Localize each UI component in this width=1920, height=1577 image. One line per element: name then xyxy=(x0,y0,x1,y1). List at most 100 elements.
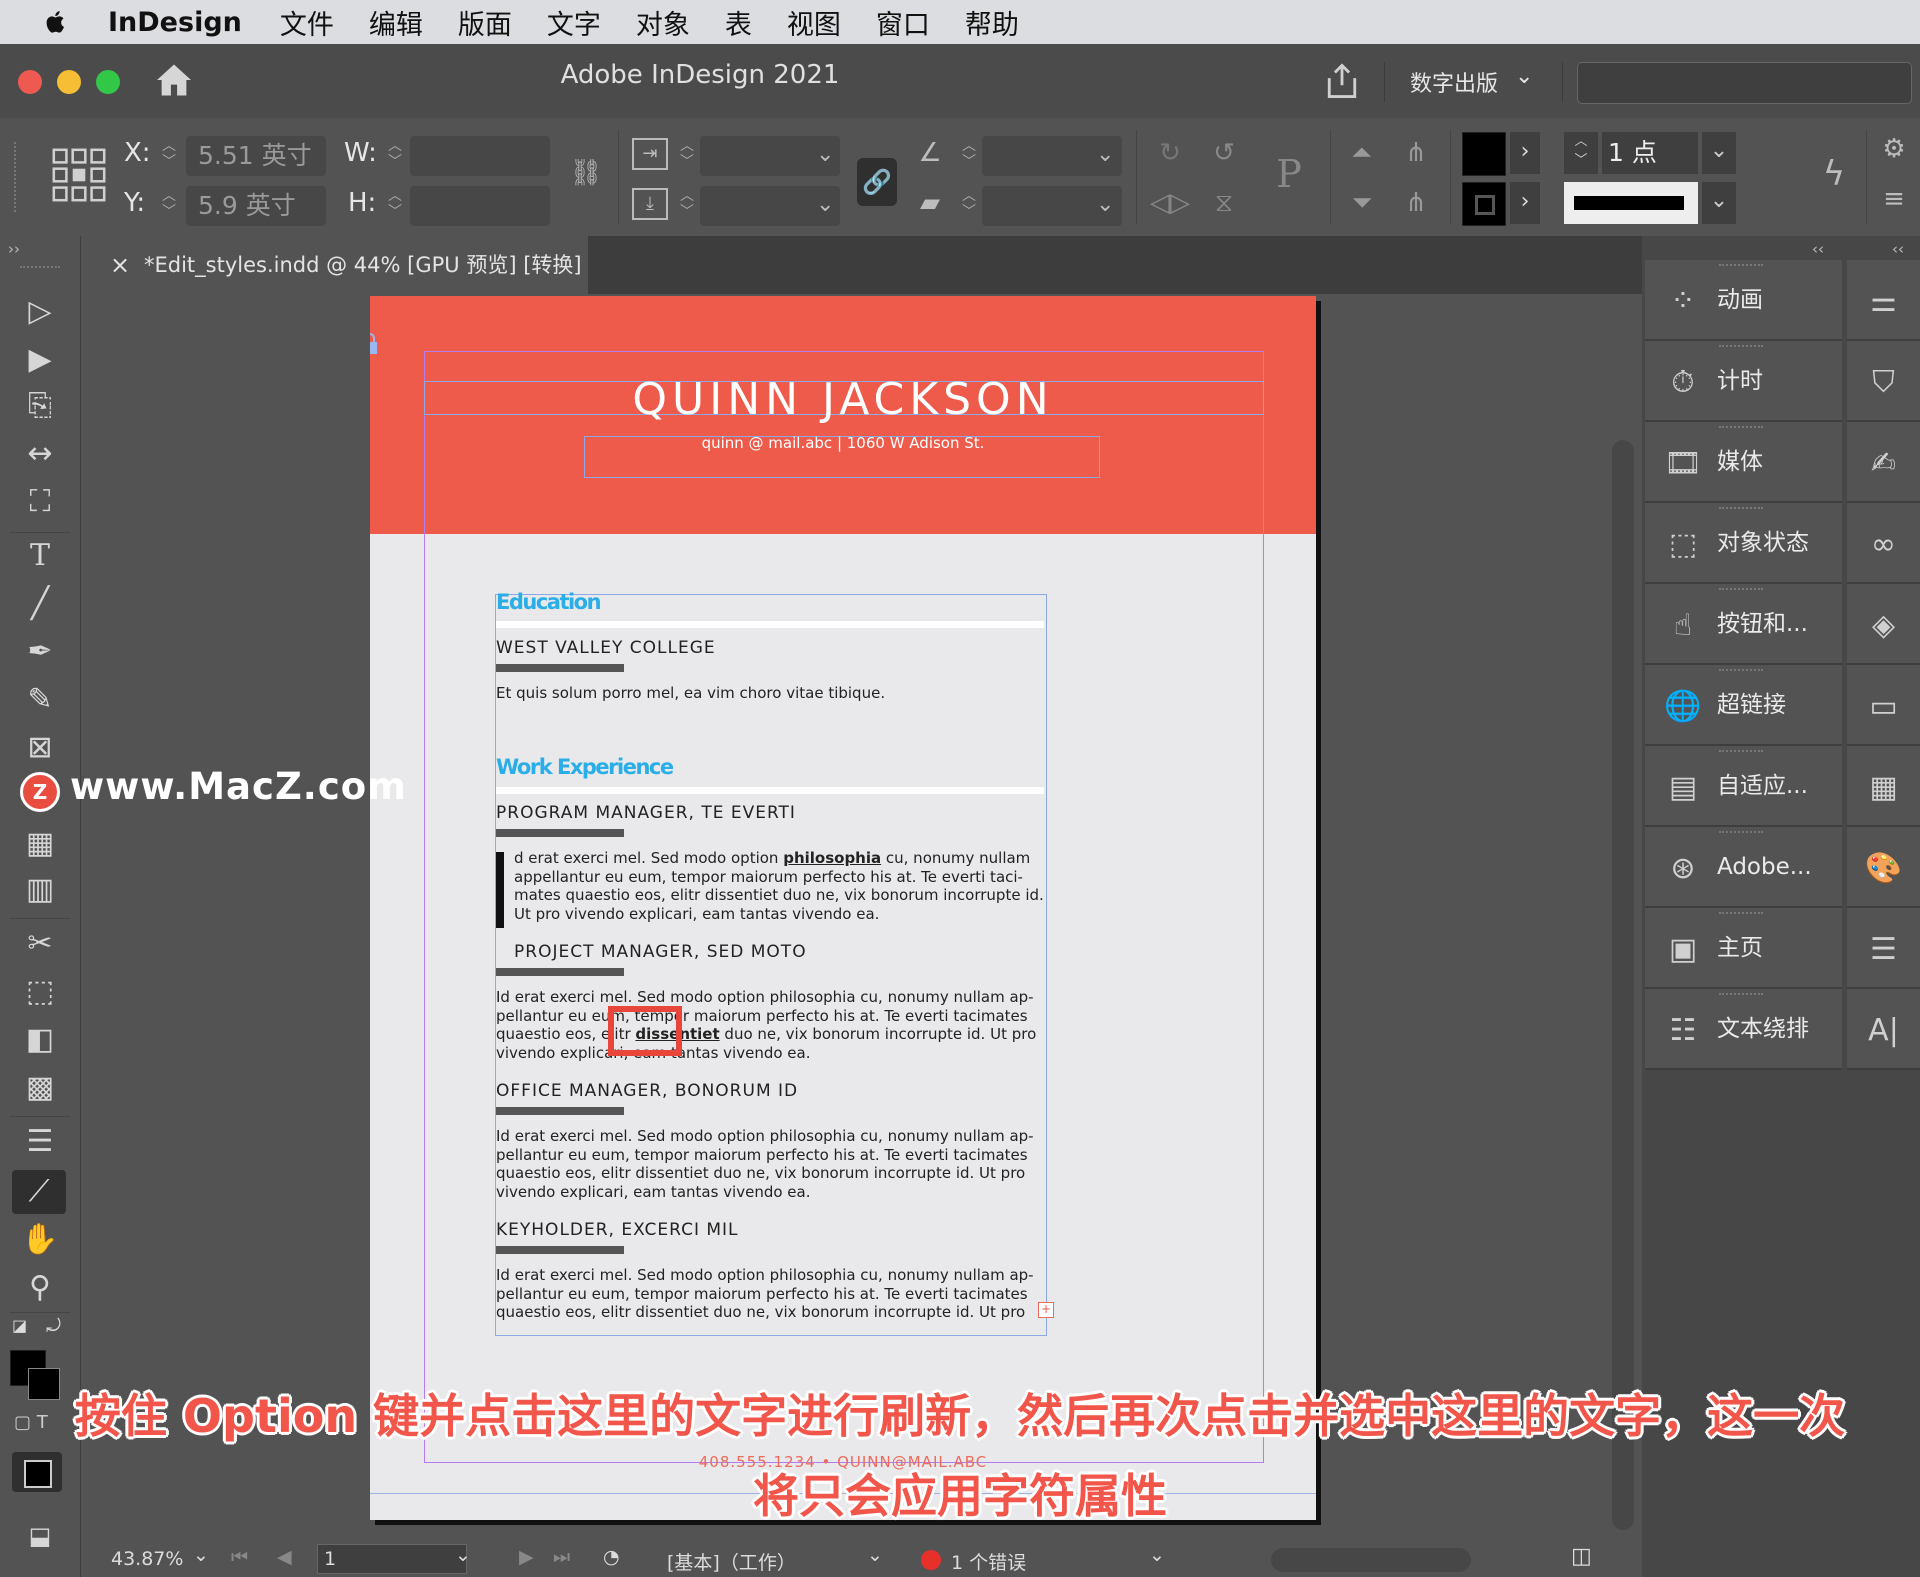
type-tool-icon[interactable]: T xyxy=(18,538,62,574)
scale-x-stepper[interactable]: ︿ ﹀ xyxy=(678,138,696,178)
rotate-cw-icon[interactable]: ↻ xyxy=(1150,138,1190,168)
w-stepper[interactable]: ︿ ﹀ xyxy=(386,138,404,178)
rotate-ccw-icon[interactable]: ↺ xyxy=(1204,138,1244,168)
document-tab[interactable]: × *Edit_styles.indd @ 44% [GPU 预览] [转换] xyxy=(80,236,588,294)
zoom-level[interactable]: 43.87% xyxy=(111,1548,183,1570)
previous-page-icon[interactable]: ◀ xyxy=(277,1546,292,1568)
layers-icon[interactable]: ◈ xyxy=(1847,584,1920,665)
job-description[interactable]: Id erat exerci mel. Sed modo option phil… xyxy=(496,1127,1056,1201)
chevron-down-icon[interactable]: ⌄ xyxy=(816,192,834,217)
menu-table[interactable]: 表 xyxy=(725,3,752,42)
style-profile[interactable]: [基本]（工作） xyxy=(667,1548,796,1575)
vertical-scrollbar[interactable] xyxy=(1612,440,1634,1530)
stroke-type-field[interactable] xyxy=(1564,182,1698,224)
rotation-stepper[interactable]: ︿ ﹀ xyxy=(960,138,978,178)
collapse-panels-icon[interactable]: ‹‹ xyxy=(1892,240,1904,258)
rectangle-frame-tool-icon[interactable]: ⊠ xyxy=(18,730,62,766)
character-icon[interactable]: A| xyxy=(1847,989,1920,1070)
select-previous-icon[interactable]: ⋔ xyxy=(1396,138,1436,168)
x-stepper[interactable]: ︿ ﹀ xyxy=(160,138,178,178)
panel-timing[interactable]: ⏱ 计时 xyxy=(1645,341,1842,422)
chevron-down-icon[interactable]: ⌄ xyxy=(1096,142,1114,167)
y-field[interactable]: 5.9 英寸 xyxy=(186,186,326,226)
menu-window[interactable]: 窗口 xyxy=(876,3,930,42)
job-title[interactable]: PROGRAM MANAGER, TE EVERTI xyxy=(496,803,796,823)
search-stock-input[interactable] xyxy=(1577,62,1912,104)
education-text[interactable]: Et quis solum porro mel, ea vim choro vi… xyxy=(496,684,1056,703)
chevron-down-icon[interactable]: ⌄ xyxy=(193,1544,209,1566)
share-icon[interactable] xyxy=(1325,62,1359,100)
work-experience-heading[interactable]: Work Experience xyxy=(496,755,674,779)
pen-tool-icon[interactable]: ✒ xyxy=(18,634,62,670)
chevron-down-icon[interactable]: ⌄ xyxy=(1702,182,1736,224)
hand-tool-icon[interactable]: ✋ xyxy=(18,1222,62,1258)
workspace-switcher[interactable]: 数字出版 xyxy=(1410,66,1498,98)
default-colors-icon[interactable]: ◪ xyxy=(12,1316,27,1335)
panel-buttons-forms[interactable]: ☝ 按钮和... xyxy=(1645,584,1842,665)
chevron-down-icon[interactable]: ⌄ xyxy=(1702,132,1736,174)
shear-stepper[interactable]: ︿ ﹀ xyxy=(960,188,978,228)
panel-text-wrap[interactable]: ☷ 文本绕排 xyxy=(1645,989,1842,1070)
close-tab-icon[interactable]: × xyxy=(110,236,130,294)
links-icon[interactable]: ∞ xyxy=(1847,503,1920,584)
gear-icon[interactable]: ⚙ xyxy=(1876,134,1912,164)
flip-horizontal-icon[interactable]: ◁▷ xyxy=(1150,188,1190,218)
expand-tools-icon[interactable]: ›› xyxy=(8,240,20,258)
menu-help[interactable]: 帮助 xyxy=(965,3,1019,42)
direct-selection-tool-icon[interactable]: ▶ xyxy=(18,342,62,378)
pencil-tool-icon[interactable]: ✎ xyxy=(18,682,62,718)
eyedropper-tool-icon[interactable]: ⟋ xyxy=(12,1170,66,1214)
job-title[interactable]: WEST VALLEY COLLEGE xyxy=(496,638,716,658)
panel-pages[interactable]: ▣ 主页 xyxy=(1645,908,1842,989)
chevron-down-icon[interactable]: ⌄ xyxy=(455,1544,471,1566)
select-content-icon[interactable]: ⏷ xyxy=(1344,188,1380,219)
last-page-icon[interactable]: ⏭ xyxy=(553,1546,570,1568)
selection-tool-icon[interactable]: ▷ xyxy=(18,294,62,330)
stroke-icon[interactable]: ☰ xyxy=(1847,908,1920,989)
fill-swatch[interactable] xyxy=(1462,132,1506,176)
cc-libraries-icon[interactable]: ⛉ xyxy=(1847,341,1920,422)
gradient-feather-tool-icon[interactable]: ▩ xyxy=(18,1070,62,1106)
h-stepper[interactable]: ︿ ﹀ xyxy=(386,188,404,228)
job-description[interactable]: d erat exerci mel. Sed modo option philo… xyxy=(514,849,1050,923)
panel-adobe-capture[interactable]: ⊛ Adobe... xyxy=(1645,827,1842,908)
resume-contact[interactable]: quinn @ mail.abc | 1060 W Adison St. xyxy=(370,434,1316,452)
color-icon[interactable]: 🎨 xyxy=(1847,827,1920,908)
chevron-down-icon[interactable]: ⌄ xyxy=(816,142,834,167)
menu-app-name[interactable]: InDesign xyxy=(108,7,242,38)
note-tool-icon[interactable]: ☰ xyxy=(18,1124,62,1160)
select-next-icon[interactable]: ⋔ xyxy=(1396,188,1436,218)
gradient-icon[interactable]: ▭ xyxy=(1847,665,1920,746)
zoom-tool-icon[interactable]: ⚲ xyxy=(18,1270,62,1306)
swap-colors-icon[interactable]: ⤾ xyxy=(46,1316,61,1337)
scale-y-stepper[interactable]: ︿ ﹀ xyxy=(678,188,696,228)
stroke-swatch[interactable] xyxy=(1462,182,1506,226)
job-description[interactable]: Id erat exerci mel. Sed modo option phil… xyxy=(496,1266,1056,1322)
w-field[interactable] xyxy=(410,136,550,176)
job-title[interactable]: OFFICE MANAGER, BONORUM ID xyxy=(496,1081,798,1101)
education-heading[interactable]: Education xyxy=(496,590,602,614)
chevron-right-icon[interactable]: › xyxy=(1510,182,1540,224)
job-title[interactable]: PROJECT MANAGER, SED MOTO xyxy=(514,942,807,962)
gap-tool-icon[interactable]: ↔ xyxy=(18,436,62,472)
apple-logo-icon[interactable] xyxy=(42,8,70,36)
scale-x-icon[interactable]: ⇥ xyxy=(632,138,668,170)
paragraph-style-icon[interactable]: ✍ xyxy=(1847,422,1920,503)
content-collector-icon[interactable]: ⛶ xyxy=(18,484,62,520)
menu-view[interactable]: 视图 xyxy=(787,3,841,42)
menu-object[interactable]: 对象 xyxy=(636,3,690,42)
overset-text-icon[interactable]: + xyxy=(1038,1302,1054,1318)
menu-file[interactable]: 文件 xyxy=(280,3,334,42)
job-title[interactable]: KEYHOLDER, EXCERCI MIL xyxy=(496,1220,739,1240)
page-tool-icon[interactable]: ⎘ xyxy=(18,388,62,424)
chevron-down-icon[interactable]: ⌄ xyxy=(1096,192,1114,217)
stroke-weight-stepper[interactable]: ︿ ﹀ xyxy=(1564,132,1598,174)
chevron-right-icon[interactable]: › xyxy=(1510,132,1540,174)
page-number-field[interactable]: 1 xyxy=(317,1544,467,1574)
table-tool-icon[interactable]: ▦ xyxy=(18,826,62,862)
gradient-swatch-tool-icon[interactable]: ◧ xyxy=(18,1022,62,1058)
chevron-down-icon[interactable]: ⌄ xyxy=(867,1544,883,1566)
select-container-icon[interactable]: ⏶ xyxy=(1344,138,1380,169)
swatches-icon[interactable]: ▦ xyxy=(1847,746,1920,827)
panel-liquid-layout[interactable]: ▤ 自适应... xyxy=(1645,746,1842,827)
